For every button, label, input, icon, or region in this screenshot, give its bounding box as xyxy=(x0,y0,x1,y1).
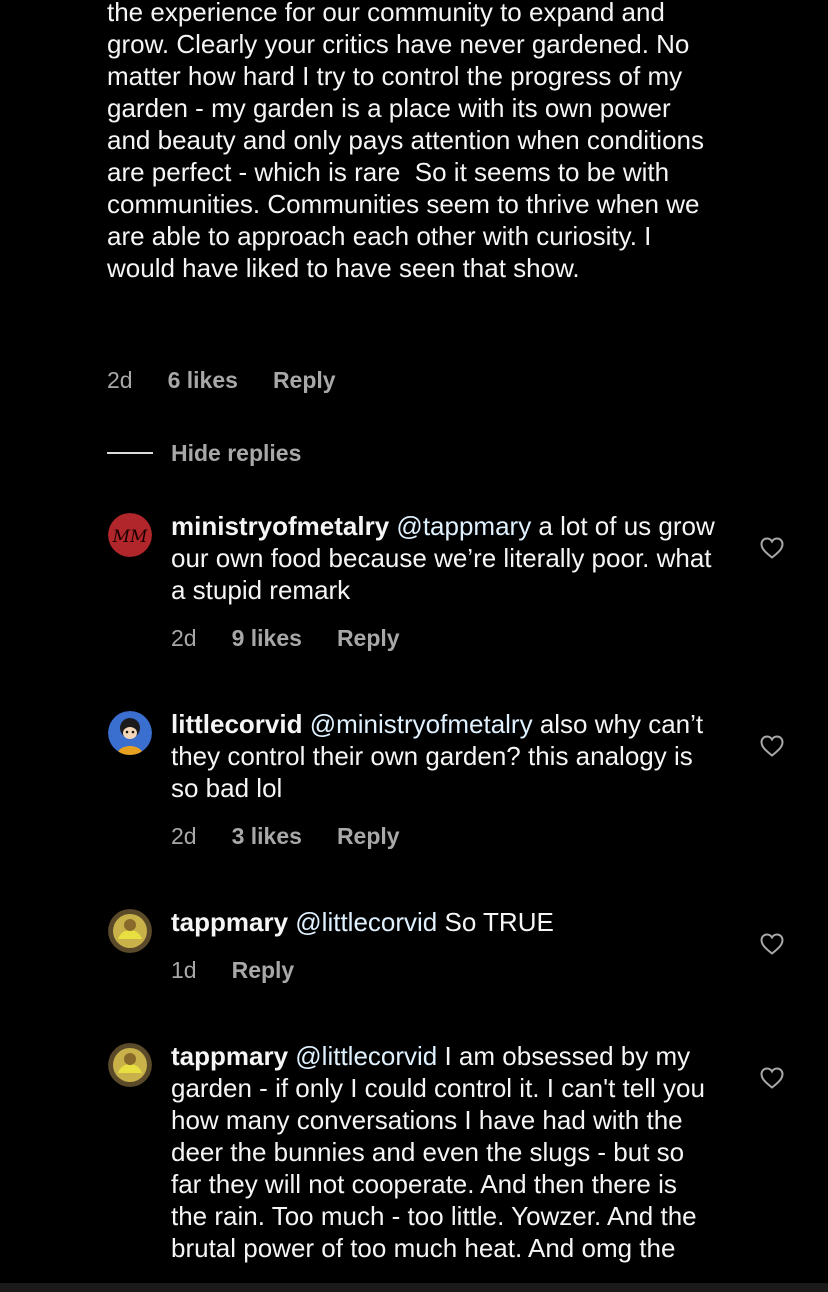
comment-timestamp: 2d xyxy=(107,366,133,393)
comment-timestamp: 2d xyxy=(171,624,197,651)
reply-button[interactable]: Reply xyxy=(273,367,336,394)
reply-text: littlecorvid @ministryofmetalry also why… xyxy=(171,708,716,804)
avatar-tappmary-icon xyxy=(108,1043,152,1087)
avatar-littlecorvid-icon xyxy=(108,711,152,755)
parent-comment-meta: 2d 6 likes Reply xyxy=(107,365,336,395)
likes-count-button[interactable]: 9 likes xyxy=(232,625,302,652)
username-link[interactable]: littlecorvid xyxy=(171,709,302,739)
username-link[interactable]: tappmary xyxy=(171,1041,288,1071)
likes-count-button[interactable]: 6 likes xyxy=(168,367,238,394)
hide-replies-button[interactable]: Hide replies xyxy=(107,438,301,468)
svg-text:MM: MM xyxy=(112,527,148,547)
bottom-divider xyxy=(0,1283,828,1292)
reply-meta: 2d 9 likes Reply xyxy=(171,623,400,653)
comment-timestamp: 1d xyxy=(171,956,197,983)
mention-link[interactable]: @ministryofmetalry xyxy=(310,709,533,739)
like-heart-icon[interactable] xyxy=(760,1067,784,1089)
reply-meta: 2d 3 likes Reply xyxy=(171,821,400,851)
avatar[interactable]: MM xyxy=(108,513,152,557)
divider-line xyxy=(107,452,153,454)
avatar-ministryofmetalry-icon: MM xyxy=(108,513,152,557)
username-link[interactable]: ministryofmetalry xyxy=(171,511,389,541)
likes-count-button[interactable]: 3 likes xyxy=(232,823,302,850)
reply-button[interactable]: Reply xyxy=(232,957,295,984)
mention-link[interactable]: @littlecorvid xyxy=(295,1041,437,1071)
reply-text: tappmary @littlecorvid So TRUE xyxy=(171,906,716,938)
reply-text: tappmary @littlecorvid I am obsessed by … xyxy=(171,1040,716,1264)
reply-body: I am obsessed by my garden - if only I c… xyxy=(171,1041,705,1263)
comment-timestamp: 2d xyxy=(171,822,197,849)
reply-text: ministryofmetalry @tappmary a lot of us … xyxy=(171,510,716,606)
reply-meta: 1d Reply xyxy=(171,955,294,985)
reply-body: So TRUE xyxy=(437,907,554,937)
avatar[interactable] xyxy=(108,909,152,953)
reply-button[interactable]: Reply xyxy=(337,823,400,850)
avatar[interactable] xyxy=(108,711,152,755)
mention-link[interactable]: @littlecorvid xyxy=(295,907,437,937)
mention-link[interactable]: @tappmary xyxy=(396,511,531,541)
parent-comment-text: the experience for our community to expa… xyxy=(107,0,712,283)
avatar-tappmary-icon xyxy=(108,909,152,953)
reply-button[interactable]: Reply xyxy=(337,625,400,652)
username-link[interactable]: tappmary xyxy=(171,907,288,937)
like-heart-icon[interactable] xyxy=(760,933,784,955)
like-heart-icon[interactable] xyxy=(760,735,784,757)
avatar[interactable] xyxy=(108,1043,152,1087)
hide-replies-label: Hide replies xyxy=(171,439,302,466)
like-heart-icon[interactable] xyxy=(760,537,784,559)
